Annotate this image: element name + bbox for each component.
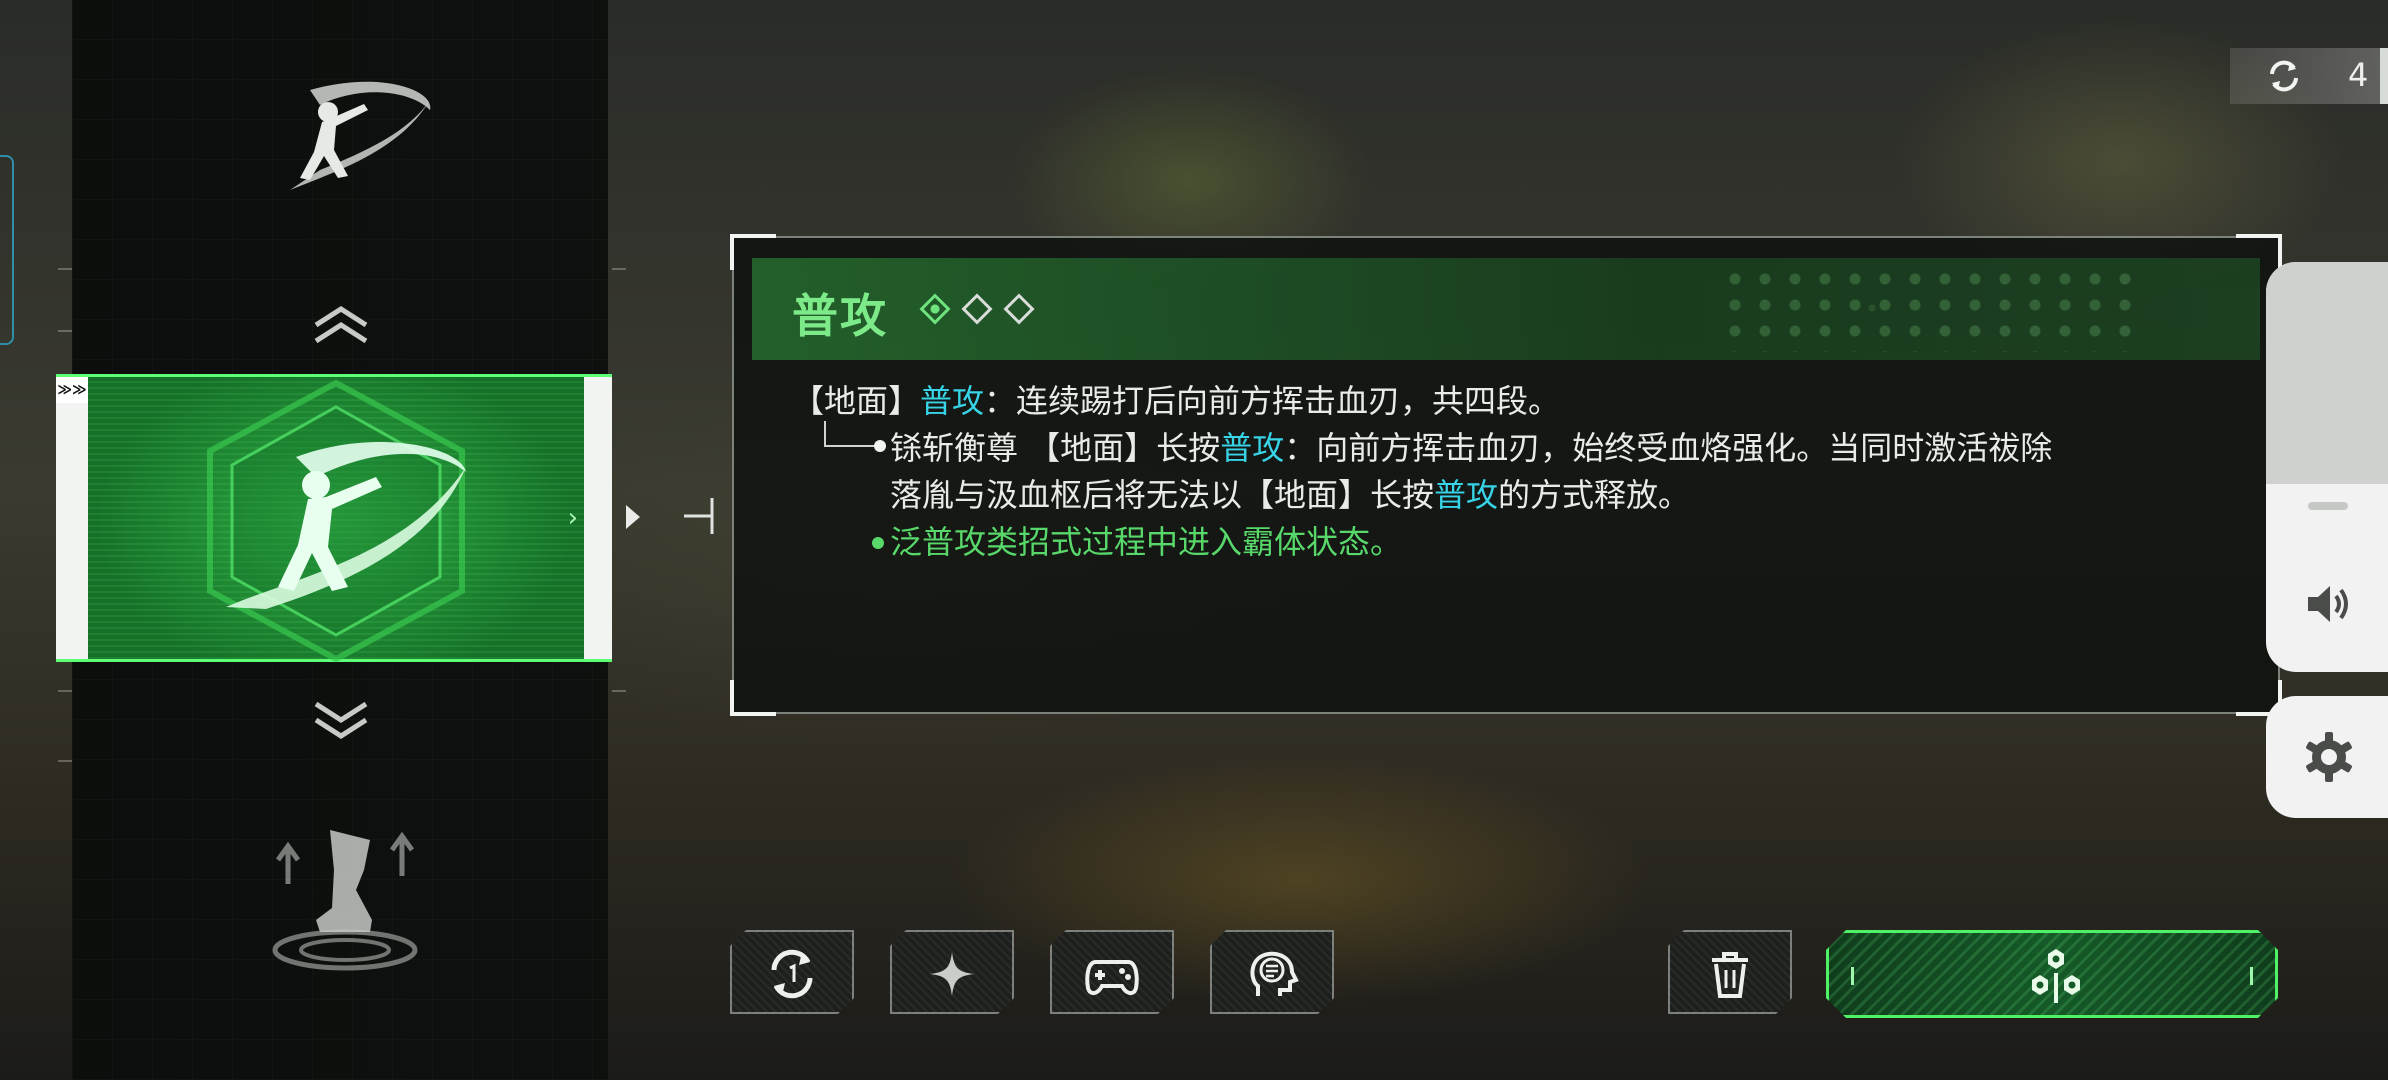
- card-right-bar: [584, 377, 612, 659]
- slash-skill-icon-selected: [207, 379, 466, 663]
- trash-icon: [1702, 946, 1758, 1002]
- card-left-bar: [56, 377, 88, 659]
- speaker-icon[interactable]: [2304, 582, 2352, 626]
- branch-dot: [874, 440, 886, 452]
- card-tag: ≫≫: [56, 377, 88, 403]
- refresh-count: 4: [2348, 56, 2369, 94]
- column-tick: [612, 268, 626, 270]
- column-tick: [58, 268, 72, 270]
- gamepad-icon: [1084, 946, 1140, 1002]
- level-diamond-empty-icon: [961, 293, 993, 325]
- note-bullet: [872, 537, 884, 549]
- sparkle-icon: [924, 946, 980, 1002]
- replace-skill-button[interactable]: [730, 930, 854, 1014]
- head-info-icon: [1244, 946, 1300, 1002]
- card-pointer-arrow-icon: [626, 505, 640, 529]
- skill-description: 【地面】普攻：连续踢打后向前方挥击血刃，共四段。 铩斩衡尊 【地面】长按普攻：向…: [792, 378, 2238, 566]
- skill-info-button[interactable]: [1210, 930, 1334, 1014]
- level-diamond-filled-icon: [919, 293, 951, 325]
- controller-button[interactable]: [1050, 930, 1174, 1014]
- refresh-counter[interactable]: 4: [2230, 48, 2388, 104]
- level-diamond-empty-icon: [1003, 293, 1035, 325]
- card-chevron-right-icon: ›: [567, 503, 578, 533]
- volume-slider[interactable]: [2266, 262, 2388, 672]
- skill-item-kick[interactable]: [260, 820, 430, 980]
- selected-skill-card[interactable]: ≫≫ ›: [56, 374, 612, 663]
- description-sub-line-continued: 落胤与汲血枢后将无法以【地面】长按普攻的方式释放。: [890, 476, 1691, 514]
- skill-level-indicator: [919, 293, 1035, 325]
- skill-detail-header: 普攻: [752, 258, 2260, 360]
- scroll-down-chevron-icon[interactable]: [310, 700, 372, 740]
- volume-handle[interactable]: [2308, 502, 2348, 510]
- scroll-up-chevron-icon[interactable]: [310, 305, 372, 345]
- skill-detail-panel: 普攻 【地面】普攻：连续踢打后向前方挥击血刃，共四段。 铩斩衡尊 【地面】长按普…: [730, 234, 2282, 716]
- volume-fill: [2266, 262, 2388, 484]
- skill-item-slash[interactable]: [250, 70, 440, 210]
- side-tab-edge[interactable]: [0, 155, 14, 345]
- settings-button[interactable]: [2266, 696, 2388, 818]
- branch-connector: [824, 421, 876, 447]
- column-tick: [612, 690, 626, 692]
- description-note: 泛普攻类招式过程中进入霸体状态。: [792, 519, 2238, 566]
- description-line: 【地面】普攻：连续踢打后向前方挥击血刃，共四段。: [792, 382, 1561, 420]
- column-tick: [58, 760, 72, 762]
- equip-confirm-button[interactable]: [1826, 930, 2278, 1018]
- panel-connector-icon: [684, 498, 714, 534]
- skill-title: 普攻: [792, 289, 888, 343]
- gear-icon: [2306, 732, 2352, 782]
- refresh-icon: [2270, 60, 2298, 92]
- button-tick: [2250, 967, 2253, 985]
- panel-corner: [730, 680, 776, 716]
- description-sub-line: 铩斩衡尊 【地面】长按普攻：向前方挥击血刃，始终受血烙强化。当同时激活祓除: [792, 421, 2238, 472]
- delete-button[interactable]: [1668, 930, 1792, 1014]
- replace-icon: [764, 946, 820, 1002]
- counter-edge: [2380, 48, 2388, 104]
- slash-skill-icon: [290, 81, 431, 190]
- column-tick: [58, 330, 72, 332]
- button-tick: [1851, 967, 1854, 985]
- kick-skill-icon: [272, 830, 418, 971]
- hexagon-cluster-icon: [2025, 945, 2087, 1007]
- special-skill-button[interactable]: [890, 930, 1014, 1014]
- column-tick: [58, 690, 72, 692]
- header-decoration: [1720, 266, 2140, 352]
